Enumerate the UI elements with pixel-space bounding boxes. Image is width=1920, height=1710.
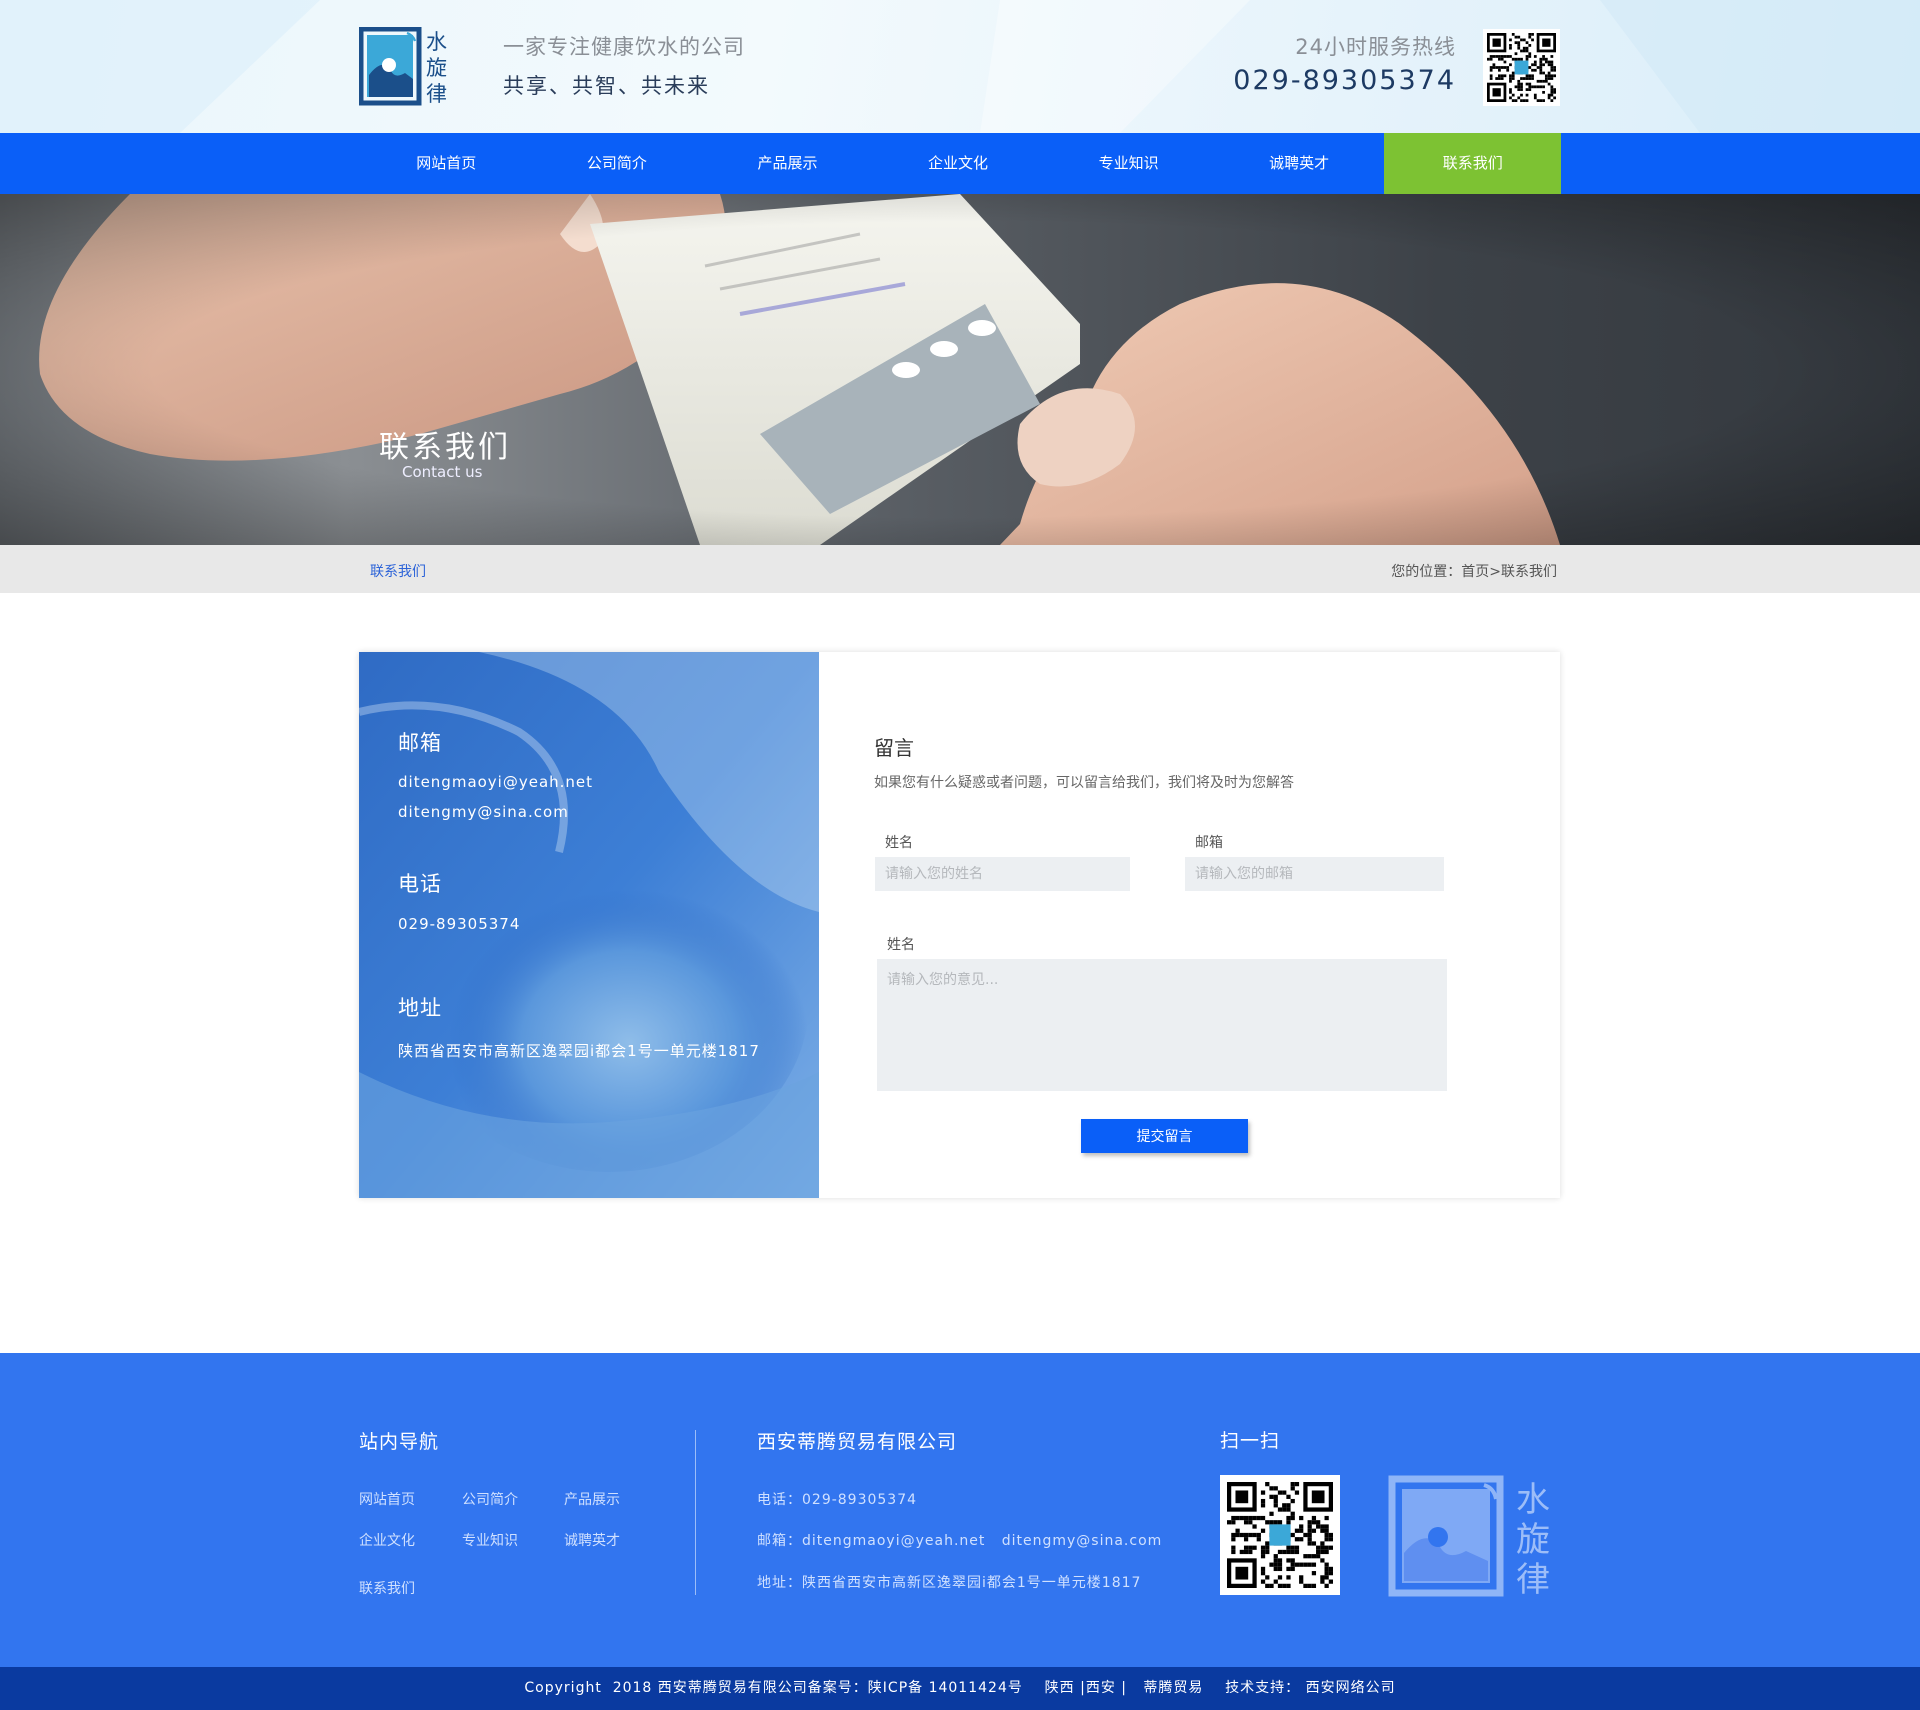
footer-link-culture[interactable]: 企业文化 [359, 1530, 415, 1550]
address-heading: 地址 [398, 996, 442, 1020]
footer-address: 地址：陕西省西安市高新区逸翠园i都会1号一单元楼1817 [757, 1575, 1142, 1591]
section-title: 联系我们 [370, 564, 426, 580]
site-footer: 站内导航 网站首页 公司简介 产品展示 企业文化 专业知识 诚聘英才 联系我们 … [0, 1353, 1920, 1667]
nav-item-home[interactable]: 网站首页 [361, 133, 532, 194]
name-input[interactable] [875, 857, 1130, 891]
nav-item-culture[interactable]: 企业文化 [873, 133, 1044, 194]
banner-title: 联系我们 [379, 430, 511, 465]
message-textarea[interactable] [877, 959, 1447, 1091]
header-background-decoration [0, 0, 1920, 133]
message-form: 留言 如果您有什么疑惑或者问题，可以留言给我们，我们将及时为您解答 姓名 邮箱 … [819, 652, 1560, 1198]
header-qr-code-icon [1483, 29, 1560, 106]
slogan-line-2: 共享、共智、共未来 [503, 74, 710, 98]
footer-company-name: 西安蒂腾贸易有限公司 [757, 1431, 958, 1453]
breadcrumb-prefix: 您的位置： [1391, 564, 1462, 580]
contact-info-panel: 邮箱 ditengmaoyi@yeah.net ditengmy@sina.co… [359, 652, 819, 1198]
nav-item-contact[interactable]: 联系我们 [1384, 133, 1562, 194]
site-header: 水 旋 律 一家专注健康饮水的公司 共享、共智、共未来 24小时服务热线 029… [0, 0, 1920, 133]
footer-link-products[interactable]: 产品展示 [564, 1489, 620, 1509]
email-heading: 邮箱 [398, 731, 442, 755]
email-input[interactable] [1185, 857, 1444, 891]
contact-section: 邮箱 ditengmaoyi@yeah.net ditengmy@sina.co… [359, 652, 1560, 1198]
footer-brand-logo: 水 旋 律 [1388, 1475, 1550, 1597]
nav-item-knowledge[interactable]: 专业知识 [1043, 133, 1214, 194]
main-navigation: 网站首页 公司简介 产品展示 企业文化 专业知识 诚聘英才 联系我们 [0, 133, 1920, 194]
nav-item-careers[interactable]: 诚聘英才 [1214, 133, 1385, 194]
logo-char-2: 旋 [426, 56, 447, 80]
footer-email: 邮箱：ditengmaoyi@yeah.net ditengmy@sina.co… [757, 1533, 1163, 1549]
email-address-1[interactable]: ditengmaoyi@yeah.net [398, 773, 593, 791]
footer-qr-code-icon [1220, 1475, 1340, 1595]
phone-heading: 电话 [398, 872, 442, 896]
phone-number[interactable]: 029-89305374 [398, 915, 520, 933]
banner-hands-business-card-image [0, 194, 1920, 545]
email-address-2[interactable]: ditengmy@sina.com [398, 803, 569, 821]
footer-link-contact[interactable]: 联系我们 [359, 1578, 415, 1598]
breadcrumb-current[interactable]: 联系我们 [1501, 564, 1557, 580]
copyright-bar: Copyright 2018 西安蒂腾贸易有限公司备案号：陕ICP备 14011… [0, 1667, 1920, 1710]
brand-logo[interactable]: 水 旋 律 [359, 27, 471, 107]
footer-link-about[interactable]: 公司简介 [462, 1489, 518, 1509]
breadcrumb-home-link[interactable]: 首页 [1461, 564, 1489, 580]
name-label: 姓名 [885, 835, 913, 851]
footer-nav-heading: 站内导航 [359, 1431, 440, 1453]
address-text: 陕西省西安市高新区逸翠园i都会1号一单元楼1817 [398, 1042, 760, 1060]
slogan-line-1: 一家专注健康饮水的公司 [503, 35, 745, 59]
footer-link-knowledge[interactable]: 专业知识 [462, 1530, 518, 1550]
message-label: 姓名 [887, 937, 915, 953]
footer-phone: 电话：029-89305374 [757, 1492, 918, 1508]
logo-char-1: 水 [426, 30, 447, 54]
hotline-label: 24小时服务热线 [1295, 35, 1456, 59]
footer-divider [695, 1430, 696, 1595]
email-label: 邮箱 [1195, 835, 1223, 851]
nav-item-about[interactable]: 公司简介 [532, 133, 703, 194]
footer-link-home[interactable]: 网站首页 [359, 1489, 415, 1509]
nav-menu: 网站首页 公司简介 产品展示 企业文化 专业知识 诚聘英才 联系我们 [361, 133, 1562, 194]
footer-logo-char-2: 旋 [1516, 1520, 1550, 1560]
breadcrumb-separator: > [1489, 564, 1501, 580]
footer-logo-char-1: 水 [1516, 1480, 1550, 1520]
footer-logo-char-3: 律 [1516, 1560, 1550, 1597]
form-title: 留言 [874, 736, 914, 760]
breadcrumb-bar: 联系我们 您的位置：首页>联系我们 [0, 545, 1920, 593]
hotline-number: 029-89305374 [1233, 65, 1456, 96]
footer-link-careers[interactable]: 诚聘英才 [564, 1530, 620, 1550]
banner-subtitle: Contact us [402, 463, 483, 481]
logo-char-3: 律 [426, 82, 447, 106]
page-banner: 联系我们 Contact us [0, 194, 1920, 545]
submit-message-button[interactable]: 提交留言 [1081, 1119, 1248, 1153]
footer-scan-heading: 扫一扫 [1220, 1430, 1281, 1452]
breadcrumb: 您的位置：首页>联系我们 [1391, 561, 1557, 581]
form-description: 如果您有什么疑惑或者问题，可以留言给我们，我们将及时为您解答 [874, 775, 1294, 791]
nav-item-products[interactable]: 产品展示 [702, 133, 873, 194]
